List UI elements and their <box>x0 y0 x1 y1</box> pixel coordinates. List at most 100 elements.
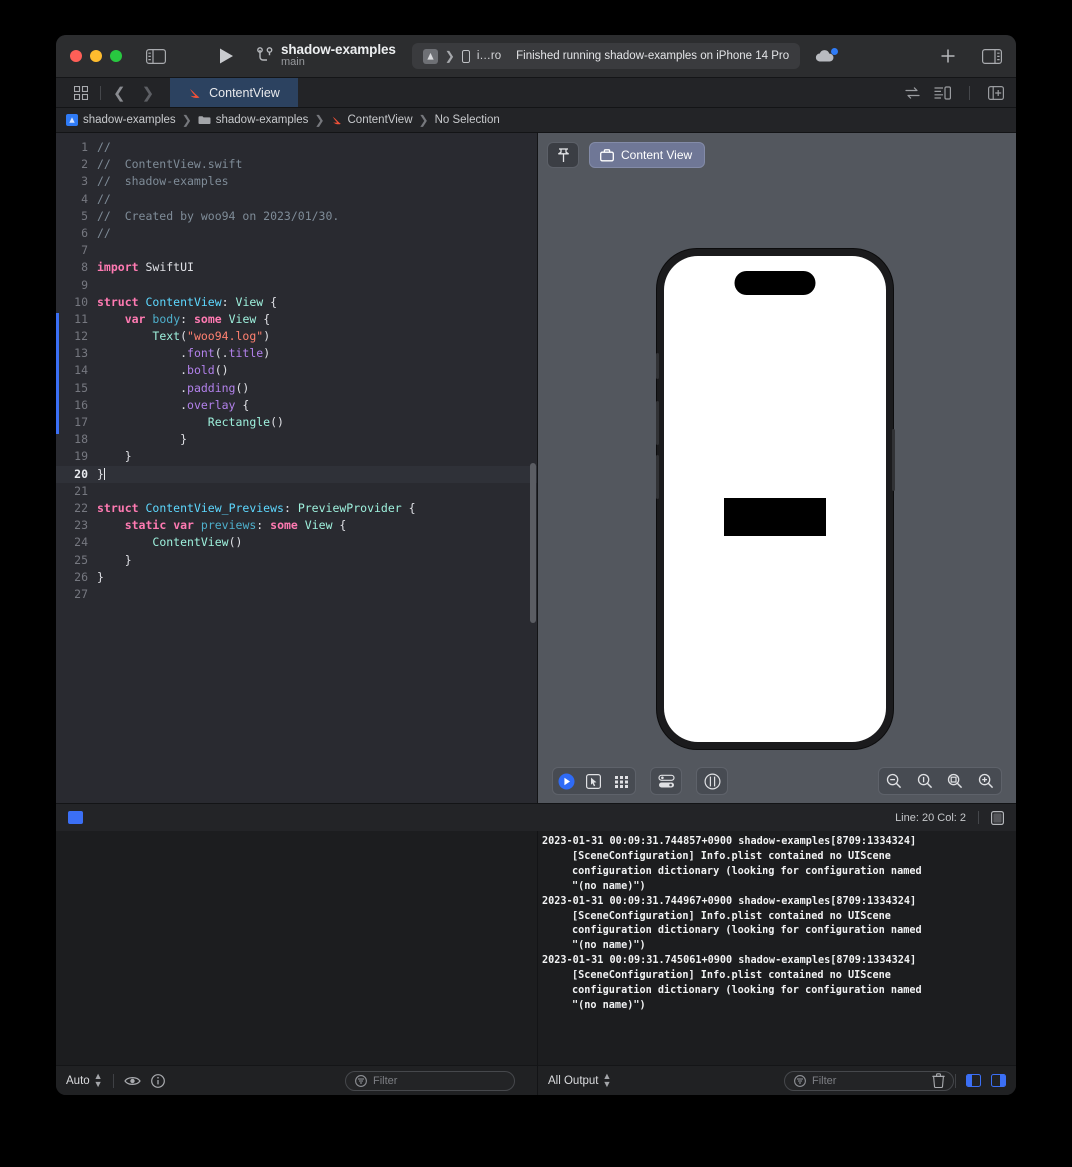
code-line[interactable]: 9 <box>56 277 537 294</box>
selectable-preview-button[interactable] <box>580 768 607 794</box>
line-number: 22 <box>74 500 88 515</box>
console-filter-field[interactable]: Filter <box>784 1070 954 1091</box>
variables-list[interactable] <box>56 831 537 1065</box>
line-number: 9 <box>81 277 88 292</box>
breadcrumb-item-folder[interactable]: shadow-examples <box>198 114 308 126</box>
source-editor[interactable]: 1 // 2 // ContentView.swift 3 // shadow-examp… <box>56 133 538 803</box>
code-line[interactable]: 17 Rectangle() <box>56 414 537 431</box>
trash-icon[interactable] <box>932 1073 945 1088</box>
breadcrumb-item-project[interactable]: shadow-examples <box>66 114 176 126</box>
code-line[interactable]: 7 <box>56 242 537 259</box>
code-line[interactable]: 19 } <box>56 448 537 465</box>
app-icon <box>422 48 438 64</box>
code-text: var body: some View { <box>124 311 271 326</box>
swap-editor-icon[interactable] <box>905 86 920 100</box>
code-line[interactable]: 13 .font(.title) <box>56 345 537 362</box>
eye-icon[interactable] <box>123 1075 141 1087</box>
code-text: .padding() <box>97 380 250 395</box>
run-button[interactable] <box>218 47 235 65</box>
code-line[interactable]: 2 // ContentView.swift <box>56 156 537 173</box>
breadcrumb-separator: ❯ <box>181 113 192 127</box>
code-line[interactable]: 14 .bold() <box>56 362 537 379</box>
breadcrumb-separator: ❯ <box>418 113 429 127</box>
code-line[interactable]: 1 // <box>56 139 537 156</box>
code-text: } <box>97 552 132 567</box>
code-line[interactable]: 25 } <box>56 552 537 569</box>
editor-options-icon[interactable] <box>934 85 951 100</box>
iphone-14-pro-preview[interactable] <box>655 249 895 749</box>
variables-view: Auto ▲ ▼ Filter <box>56 831 538 1095</box>
code-line[interactable]: 22 struct ContentView_Previews: PreviewPr… <box>56 500 537 517</box>
variables-filter-field[interactable]: Filter <box>345 1070 515 1091</box>
console-output[interactable]: 2023-01-31 00:09:31.744857+0900 shadow-e… <box>538 831 1016 1065</box>
close-button[interactable] <box>70 50 82 62</box>
activity-view[interactable]: ❯ i…ro Finished running shadow-examples … <box>411 43 801 69</box>
zoom-out-button[interactable] <box>879 768 910 794</box>
preview-selector-chip[interactable]: Content View <box>589 142 706 168</box>
code-line[interactable]: 15 .padding() <box>56 380 537 397</box>
code-line[interactable]: 10 struct ContentView: View { <box>56 294 537 311</box>
canvas-viewport[interactable] <box>538 177 1016 759</box>
line-number: 2 <box>81 157 88 172</box>
editor-scrollbar[interactable] <box>530 463 536 623</box>
inspector-sidebar-toggle-icon[interactable] <box>982 48 1002 64</box>
variants-preview-button[interactable] <box>608 768 635 794</box>
code-line[interactable]: 11 var body: some View { <box>56 311 537 328</box>
scheme-selector[interactable]: shadow-examples main <box>257 42 396 69</box>
branch-icon <box>257 47 273 65</box>
code-line[interactable]: 21 <box>56 483 537 500</box>
chevron-right-icon: ❯ <box>444 49 455 63</box>
line-number: 21 <box>74 483 88 498</box>
code-line[interactable]: 27 <box>56 586 537 603</box>
pin-preview-button[interactable] <box>547 142 579 168</box>
console-scope-selector[interactable]: All Output ▲ ▼ <box>548 1072 611 1089</box>
code-line[interactable]: 20} <box>56 465 537 483</box>
code-line[interactable]: 24 ContentView() <box>56 534 537 551</box>
add-button[interactable] <box>940 48 956 64</box>
live-preview-button[interactable] <box>553 768 580 794</box>
info-icon[interactable] <box>150 1073 165 1088</box>
code-line[interactable]: 6 // <box>56 225 537 242</box>
tab-contentview[interactable]: ContentView <box>170 78 298 107</box>
text-cursor <box>103 467 105 480</box>
code-line[interactable]: 16 .overlay { <box>56 397 537 414</box>
show-variables-panel-toggle[interactable] <box>966 1074 981 1087</box>
breadcrumb-item-file[interactable]: ContentView <box>331 114 413 126</box>
zoom-controls-group <box>878 767 1002 795</box>
debug-area-toggle[interactable] <box>68 811 83 824</box>
show-console-panel-toggle[interactable] <box>991 1074 1006 1087</box>
code-text: .bold() <box>97 363 229 378</box>
cloud-status-icon[interactable] <box>814 48 839 63</box>
tab-grid-icon[interactable] <box>66 85 96 100</box>
navigator-sidebar-toggle-icon[interactable] <box>146 48 166 64</box>
code-line[interactable]: 3 // shadow-examples <box>56 173 537 190</box>
code-line[interactable]: 23 static var previews: some View { <box>56 517 537 534</box>
code-line[interactable]: 4 // <box>56 191 537 208</box>
breadcrumb-item-selection[interactable]: No Selection <box>435 114 500 126</box>
minimap-toggle-icon[interactable] <box>991 810 1004 825</box>
code-lines[interactable]: 1 // 2 // ContentView.swift 3 // shadow-examp… <box>56 133 537 603</box>
line-number: 20 <box>74 466 88 481</box>
color-scheme-button[interactable] <box>698 768 726 794</box>
preview-canvas: Content View <box>538 133 1016 803</box>
navigate-forward-icon[interactable]: ❯ <box>134 84 163 102</box>
minimize-button[interactable] <box>90 50 102 62</box>
add-editor-icon[interactable] <box>988 85 1004 100</box>
maximize-button[interactable] <box>110 50 122 62</box>
volume-up-button <box>655 401 659 445</box>
device-settings-button[interactable] <box>652 768 680 794</box>
window-titlebar: shadow-examples main ❯ i…ro Finished run… <box>56 35 1016 78</box>
code-line[interactable]: 26} <box>56 569 537 586</box>
zoom-fit-button[interactable] <box>940 768 971 794</box>
code-line[interactable]: 18 } <box>56 431 537 448</box>
zoom-in-button[interactable] <box>971 768 1002 794</box>
navigate-back-icon[interactable]: ❮ <box>105 84 134 102</box>
folder-icon <box>198 115 211 125</box>
line-number: 6 <box>81 225 88 240</box>
variables-scope-selector[interactable]: Auto ▲ ▼ <box>66 1072 103 1089</box>
code-line[interactable]: 12 Text("woo94.log") <box>56 328 537 345</box>
console-scope-label: All Output <box>548 1074 599 1087</box>
zoom-actual-size-button[interactable] <box>910 768 941 794</box>
code-line[interactable]: 5 // Created by woo94 on 2023/01/30. <box>56 208 537 225</box>
code-line[interactable]: 8 import SwiftUI <box>56 259 537 276</box>
